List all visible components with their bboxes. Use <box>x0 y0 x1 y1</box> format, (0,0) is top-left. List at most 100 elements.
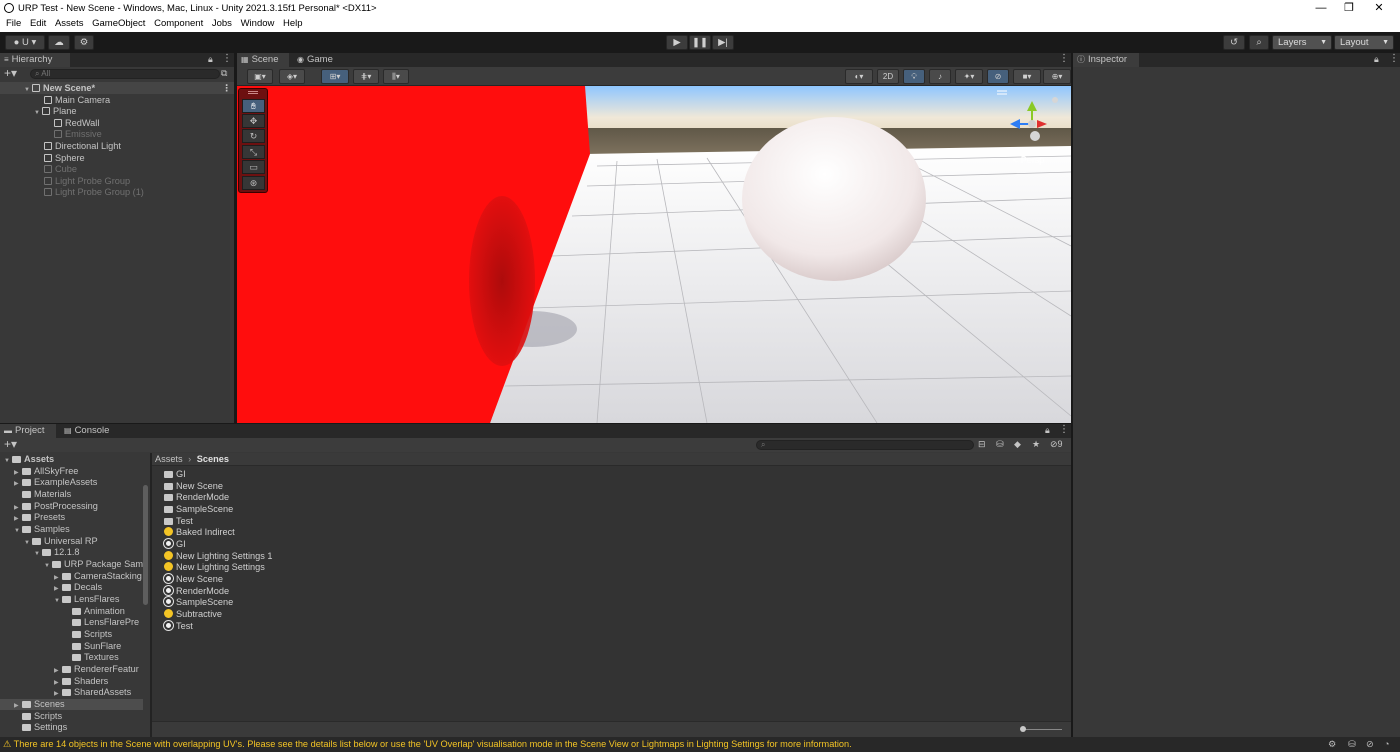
tab-game[interactable]: ◉ Game <box>293 53 343 67</box>
project-folder-item[interactable]: ▶ PostProcessing <box>0 501 143 512</box>
file-item[interactable]: RenderMode <box>164 492 229 503</box>
file-item[interactable]: GI <box>163 537 186 550</box>
project-folder-item[interactable]: ▶ AllSkyFree <box>0 466 143 477</box>
file-item[interactable]: New Scene <box>163 572 223 585</box>
account-dropdown[interactable]: ● U ▾ <box>5 35 45 50</box>
move-tool-button[interactable]: ✥ <box>242 114 265 128</box>
menu-help[interactable]: Help <box>277 17 303 29</box>
hierarchy-item[interactable]: Directional Light <box>34 141 121 152</box>
project-folder-item[interactable]: ▶ ExampleAssets <box>0 477 143 488</box>
project-search-input[interactable]: ⌕ <box>756 440 974 450</box>
project-folder-item[interactable]: Scripts <box>0 629 143 640</box>
status-message[interactable]: There are 14 objects in the Scene with o… <box>14 739 852 749</box>
minimize-button[interactable]: — <box>1306 1 1336 16</box>
draw-mode-dropdown[interactable]: ▣▾ <box>247 69 273 84</box>
file-item[interactable]: Test <box>164 516 193 527</box>
mode-2d-button[interactable]: 2D <box>877 69 899 84</box>
project-folder-item[interactable]: ▼ URP Package Sam <box>0 559 143 570</box>
menu-window[interactable]: Window <box>235 17 275 29</box>
hidden-objects-toggle[interactable]: ⊘ <box>987 69 1009 84</box>
breadcrumb-assets[interactable]: Assets <box>155 454 183 464</box>
label-icon[interactable]: ◆ <box>1014 439 1021 450</box>
tab-hierarchy[interactable]: ≡ Hierarchy <box>0 53 70 67</box>
hierarchy-search-input[interactable]: ⌕ All <box>30 69 220 79</box>
file-item[interactable]: Test <box>163 619 193 632</box>
tab-console[interactable]: ▤ Console <box>60 424 120 438</box>
hidden-packages-icon[interactable]: ⊘9 <box>1050 439 1063 450</box>
tab-project[interactable]: ▬ Project <box>0 424 56 438</box>
collab-icon[interactable]: ⚙ <box>74 35 94 50</box>
hierarchy-item[interactable]: RedWall <box>44 118 99 129</box>
file-item[interactable]: Subtractive <box>164 608 222 620</box>
project-folder-item[interactable]: ▼ LensFlares <box>0 594 143 605</box>
project-folder-item[interactable]: Textures <box>0 652 143 663</box>
gizmos-dropdown[interactable]: ⊕▾ <box>1043 69 1071 84</box>
file-item[interactable]: SampleScene <box>163 596 233 608</box>
file-item[interactable]: New Lighting Settings <box>164 562 265 573</box>
file-item[interactable]: Baked Indirect <box>164 527 235 538</box>
add-icon[interactable]: +▾ <box>4 438 17 451</box>
cloud-icon[interactable]: ☁ <box>48 35 70 50</box>
hand-tool-button[interactable]: ✋︎ <box>242 99 265 113</box>
kebab-menu-icon[interactable]: ⋮ <box>222 83 231 94</box>
menu-edit[interactable]: Edit <box>24 17 46 29</box>
menu-file[interactable]: File <box>0 17 21 29</box>
project-folder-item[interactable]: ▶ Presets <box>0 512 143 523</box>
project-folder-item[interactable]: Settings <box>0 722 143 733</box>
menu-assets[interactable]: Assets <box>49 17 84 29</box>
lock-icon[interactable]: 🔒︎ <box>1374 54 1379 65</box>
file-item[interactable]: GI <box>164 469 186 480</box>
project-folder-item[interactable]: ▼ Universal RP <box>0 536 143 547</box>
close-button[interactable]: ✕ <box>1364 1 1394 16</box>
restore-button[interactable]: ❐ <box>1334 1 1364 16</box>
project-folder-item[interactable]: ▶ Decals <box>0 582 143 593</box>
notification-icon[interactable]: ◔ <box>1384 737 1390 752</box>
hierarchy-item[interactable]: Cube <box>34 164 77 175</box>
menu-component[interactable]: Component <box>148 17 203 29</box>
persp-label[interactable]: < Persp <box>1013 155 1044 165</box>
hierarchy-item[interactable]: Emissive <box>44 129 102 140</box>
project-folder-item[interactable]: LensFlarePre <box>0 617 143 628</box>
debug-icon[interactable]: ⊘ <box>1366 737 1374 752</box>
project-folder-item[interactable]: ▶ RendererFeatur <box>0 664 143 675</box>
file-item[interactable]: New Lighting Settings 1 <box>164 550 273 562</box>
project-folder-item[interactable]: ▶ CameraStacking <box>0 571 143 582</box>
lighting-toggle[interactable]: 💡︎ <box>903 69 925 84</box>
expand-arrow-icon[interactable]: ▼ <box>34 108 42 119</box>
tab-scene[interactable]: ▦ Scene <box>237 53 289 67</box>
snap-toggle[interactable]: ⊞▾ <box>321 69 349 84</box>
project-folder-item[interactable]: ▼ Samples <box>0 524 143 535</box>
tree-scrollbar[interactable] <box>143 485 148 605</box>
step-button[interactable]: ▶| <box>712 35 734 50</box>
project-folder-item[interactable]: Materials <box>0 489 143 500</box>
project-folder-item[interactable]: ▼ Assets <box>0 454 143 465</box>
project-folder-item[interactable]: SunFlare <box>0 641 143 652</box>
hierarchy-item[interactable]: Light Probe Group (1) <box>34 187 144 198</box>
kebab-menu-icon[interactable]: ⋮ <box>1059 53 1069 64</box>
increment-snap-dropdown[interactable]: ⫼▾ <box>383 69 409 84</box>
file-item[interactable]: SampleScene <box>164 504 233 515</box>
render-mode-dropdown[interactable]: ◐▾ <box>845 69 873 84</box>
drag-handle-icon[interactable] <box>248 91 258 94</box>
camera-dropdown[interactable]: ■▾ <box>1013 69 1041 84</box>
sphere-object[interactable] <box>742 117 926 281</box>
lock-icon[interactable]: 🔒︎ <box>1045 425 1050 436</box>
filter-type-icon[interactable]: ⛁ <box>996 439 1004 450</box>
hierarchy-item[interactable]: Light Probe Group <box>34 176 130 187</box>
audio-toggle[interactable]: ♪ <box>929 69 951 84</box>
hierarchy-item[interactable]: Main Camera <box>34 95 110 106</box>
menu-jobs[interactable]: Jobs <box>206 17 232 29</box>
menu-gameobject[interactable]: GameObject <box>86 17 145 29</box>
pause-button[interactable]: ❚❚ <box>689 35 711 50</box>
zoom-slider-handle[interactable] <box>1020 726 1026 732</box>
rect-tool-button[interactable]: ▭ <box>242 160 265 174</box>
scene-visibility-icon[interactable]: ⧉ <box>221 68 227 79</box>
kebab-menu-icon[interactable]: ⋮ <box>222 53 232 64</box>
history-icon[interactable]: ↺ <box>1223 35 1245 50</box>
add-icon[interactable]: +▾ <box>4 67 17 80</box>
effects-dropdown[interactable]: ✦▾ <box>955 69 983 84</box>
project-folder-item[interactable]: ▼ 12.1.8 <box>0 547 143 558</box>
play-button[interactable]: ▶ <box>666 35 688 50</box>
lock-icon[interactable]: 🔒︎ <box>208 54 213 65</box>
project-folder-item[interactable]: Animation <box>0 606 143 617</box>
